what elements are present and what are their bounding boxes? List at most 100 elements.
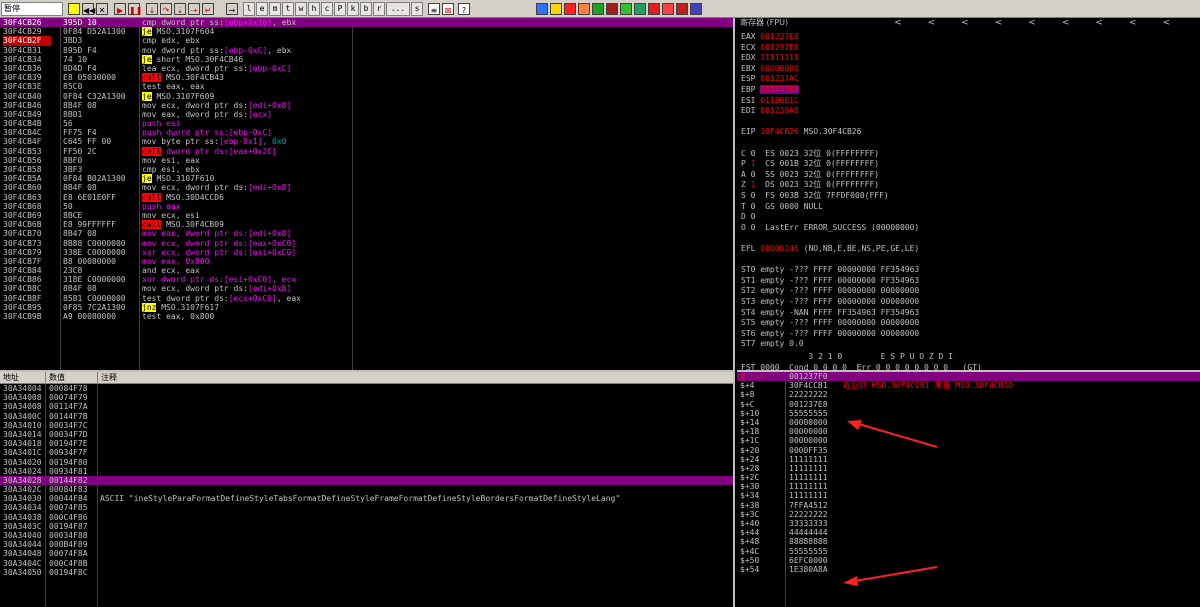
disasm-row[interactable]: 30F4CB3E 85C0 test eax, eax [0, 82, 733, 91]
flag-value[interactable]: 0 [751, 149, 756, 158]
flag-value[interactable]: 0 [751, 170, 756, 179]
dump-row[interactable]: 30A34044 000B4F89 [0, 540, 733, 549]
disasm-row[interactable]: 30F4CB86 318E C0000000 xor dword ptr ds:[e… [0, 275, 733, 284]
stack-row[interactable]: $+48 88888888 [737, 537, 1200, 546]
stack-row[interactable]: $+10 55555555 [737, 409, 1200, 418]
register-value[interactable]: 30F4CB26 [760, 127, 799, 136]
disasm-row[interactable]: 30F4CB56 8BF0 mov esi, eax [0, 156, 733, 165]
dump-row[interactable]: 30A34008 00114F7A [0, 402, 733, 411]
disasm-row[interactable]: 30F4CB9B A9 00080000 test eax, 0x800 [0, 312, 733, 321]
references-button[interactable]: r [373, 2, 385, 16]
patches-button[interactable]: P [334, 2, 346, 16]
arrow-left-icon[interactable]: < [928, 18, 962, 28]
plugin-1-icon[interactable] [536, 3, 548, 15]
arrow-left-icon[interactable]: < [1095, 18, 1129, 28]
stack-row[interactable]: $+C 001237E8 [737, 400, 1200, 409]
dump-row[interactable]: 30A34014 00034F7D [0, 430, 733, 439]
dump-row[interactable]: 30A34010 00034F7C [0, 421, 733, 430]
dump-row[interactable]: 30A3402C 00084F83 [0, 485, 733, 494]
help-icon[interactable]: ? [458, 3, 470, 15]
disasm-row[interactable]: 30F4CB8F 8581 C0000000 test dword ptr ds:[… [0, 294, 733, 303]
disasm-row[interactable]: 30F4CB2F 3BD3 cmp edx, ebx [0, 36, 733, 46]
plugin-2-icon[interactable] [550, 3, 562, 15]
dump-row[interactable]: 30A34034 00074F85 [0, 503, 733, 512]
disasm-row[interactable]: 30F4CB60 8B4F 08 mov ecx, dword ptr ds:[ed… [0, 183, 733, 192]
stack-row[interactable]: $+1C 00000000 [737, 436, 1200, 445]
flag-value[interactable]: 0 [751, 191, 756, 200]
call-stack-button[interactable]: k [347, 2, 359, 16]
disasm-row[interactable]: 30F4CB49 8B01 mov eax, dword ptr ds:[ecx] [0, 110, 733, 119]
plugin-3-icon[interactable] [564, 3, 576, 15]
disasm-row[interactable]: 30F4CB68 50 push eax [0, 202, 733, 211]
flag-value[interactable]: 1 [751, 159, 756, 168]
disasm-row[interactable]: 30F4CB73 8B88 C0000000 mov ecx, dword ptr … [0, 239, 733, 248]
stack-row[interactable]: $+40 33333333 [737, 519, 1200, 528]
trace-into-icon[interactable]: ⇣ [174, 3, 186, 15]
dump-row[interactable]: 30A34004 00084F78 [0, 384, 733, 393]
arrow-left-icon[interactable]: < [995, 18, 1029, 28]
source-button[interactable]: s [411, 2, 423, 16]
execute-till-return-icon[interactable]: ↵ [202, 3, 214, 15]
plugin-7-icon[interactable] [620, 3, 632, 15]
disasm-row[interactable]: 30F4CB8C 8B4F 08 mov ecx, dword ptr ds:[ed… [0, 284, 733, 293]
dump-row[interactable]: 30A3401C 00934F7F [0, 448, 733, 457]
disasm-row[interactable]: 30F4CB5A 0F84 B02A1300 je MSO.3107F610 [0, 174, 733, 184]
disasm-row[interactable]: 30F4CB58 3BF3 cmp esi, ebx [0, 165, 733, 174]
stack-pane[interactable]: $ ==> 001237F0 $+4 30F4CCB1 返回到 MSO.30F4CCB1… [737, 370, 1200, 607]
stack-row[interactable]: $+8 22222222 [737, 390, 1200, 399]
disasm-row[interactable]: 30F4CB26 395D 10 cmp dword ptr ss:[ebp+0x1… [0, 18, 733, 28]
disasm-row[interactable]: 30F4CB79 338E C0000000 xor ecx, dword ptr … [0, 248, 733, 257]
trace-over-icon[interactable]: ⇢ [188, 3, 200, 15]
flag-value[interactable]: 0 [751, 223, 756, 232]
memory-map-button[interactable]: m [269, 2, 281, 16]
disasm-row[interactable]: 30F4CB39 E8 05030000 call MSO.30F4CB43 [0, 73, 733, 83]
disasm-row[interactable]: 30F4CB6B E8 99FFFFFF call MSO.30F4CB09 [0, 220, 733, 230]
register-value[interactable]: 0118081C [760, 96, 799, 105]
dump-row[interactable]: 30A34028 00144F82 [0, 475, 733, 486]
step-over-icon[interactable]: ↷ [160, 3, 172, 15]
run-trace-button[interactable]: ... [386, 2, 410, 16]
disasm-row[interactable]: 30F4CB70 8B47 08 mov eax, dword ptr ds:[ed… [0, 229, 733, 238]
disasm-row[interactable]: 30F4CB69 8BCE mov ecx, esi [0, 211, 733, 220]
plugin-11-icon[interactable] [676, 3, 688, 15]
register-value[interactable]: 00000000 [760, 64, 799, 73]
plugin-6-icon[interactable] [606, 3, 618, 15]
disasm-row[interactable]: 30F4CB4B 56 push esi [0, 119, 733, 128]
dump-row[interactable]: 30A34050 00194F8C [0, 568, 733, 577]
registers-pane[interactable]: 寄存器 (FPU) <<<<<<<<< EAX 001237E8 ECX 0012… [737, 18, 1200, 370]
rewind-icon[interactable]: ◀◀ [82, 3, 95, 15]
disasm-row[interactable]: 30F4CB7F B8 00080000 mov eax, 0x800 [0, 257, 733, 266]
threads-button[interactable]: t [282, 2, 294, 16]
flag-value[interactable]: 0 [751, 202, 756, 211]
stack-row[interactable]: $+34 11111111 [737, 491, 1200, 500]
dump-row[interactable]: 30A3404C 000C4F8B [0, 559, 733, 568]
handles-button[interactable]: h [308, 2, 320, 16]
arrow-left-icon[interactable]: < [1129, 18, 1163, 28]
disasm-row[interactable]: 30F4CB53 FF50 2C call dword ptr ds:[eax+0x… [0, 146, 733, 156]
plugin-12-icon[interactable] [690, 3, 702, 15]
run-icon[interactable]: ▶ [114, 3, 126, 15]
stack-row[interactable]: $+20 0000FF35 [737, 446, 1200, 455]
options-icon[interactable]: ≡ [428, 3, 440, 15]
cpu-button[interactable]: c [321, 2, 333, 16]
breakpoints-button[interactable]: b [360, 2, 372, 16]
dump-row[interactable]: 30A34008 00074F79 [0, 393, 733, 402]
flag-value[interactable]: 1 [751, 180, 756, 189]
column-comment[interactable]: 注释 [98, 372, 733, 384]
arrow-left-icon[interactable]: < [1062, 18, 1096, 28]
log-button[interactable]: l [243, 2, 255, 16]
disasm-row[interactable]: 30F4CB84 23C8 and ecx, eax [0, 266, 733, 275]
windows-button[interactable]: w [295, 2, 307, 16]
register-value[interactable]: 11111111 [760, 53, 799, 62]
pause-icon[interactable]: ❚❚ [128, 3, 142, 15]
stack-row[interactable]: $+3C 22222222 [737, 510, 1200, 519]
dump-row[interactable]: 30A34040 00034F88 [0, 531, 733, 540]
disasm-row[interactable]: 30F4CB40 0F84 C32A1300 je MSO.3107F609 [0, 91, 733, 101]
disasm-row[interactable]: 30F4CB31 895D F4 mov dword ptr ss:[ebp-0xC… [0, 46, 733, 55]
disasm-row[interactable]: 30F4CB46 8B4F 08 mov ecx, dword ptr ds:[ed… [0, 101, 733, 110]
register-value[interactable]: 001237E8 [760, 85, 799, 94]
arrow-left-icon[interactable]: < [894, 18, 928, 28]
step-into-icon[interactable]: ↓ [146, 3, 158, 15]
stack-row[interactable]: $+44 44444444 [737, 528, 1200, 537]
dump-row[interactable]: 30A34030 00044F84 ASCII "ineStyleParaForma… [0, 494, 733, 503]
